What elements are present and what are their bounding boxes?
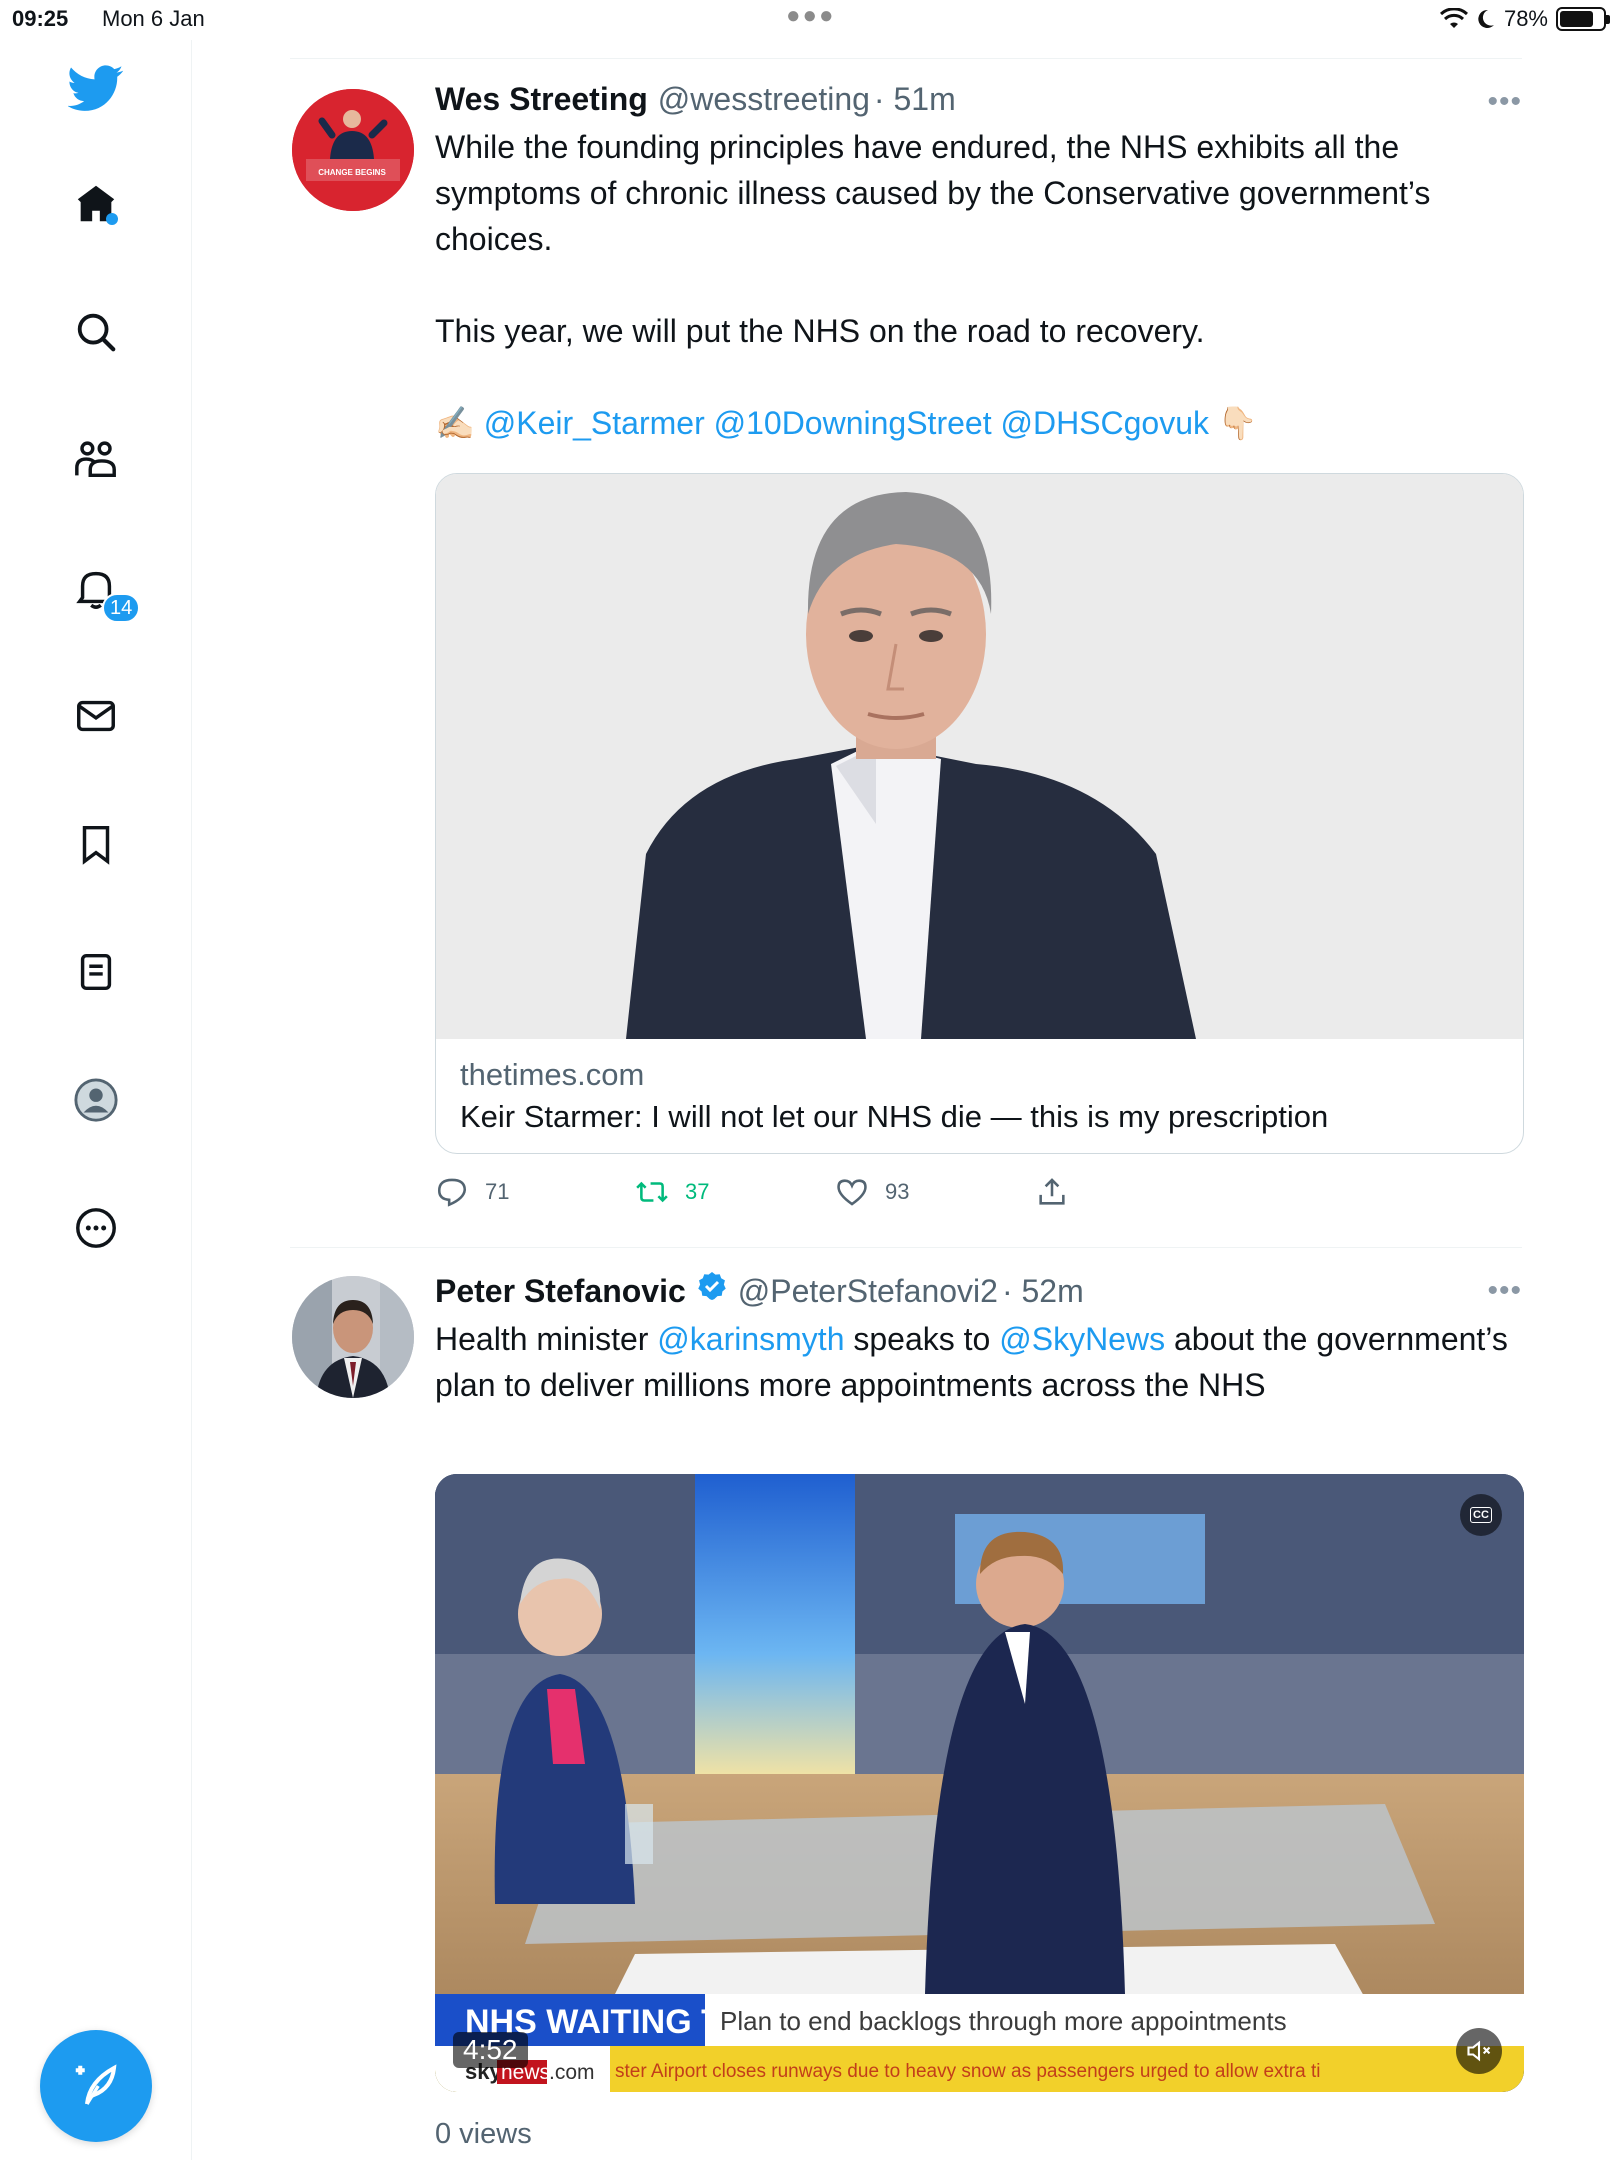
portrait-image-icon	[436, 474, 1523, 1039]
mention-link[interactable]: @Keir_Starmer	[484, 405, 705, 441]
reply-count: 71	[485, 1179, 510, 1204]
tweet-mentions-line: ✍🏻 @Keir_Starmer @10DowningStreet @DHSCg…	[435, 400, 1522, 446]
retweet-count: 37	[685, 1179, 710, 1204]
retweet-button[interactable]: 37	[635, 1175, 835, 1209]
battery-fill	[1560, 11, 1593, 27]
mention-link[interactable]: @SkyNews	[999, 1321, 1165, 1357]
avatar-caption: CHANGE BEGINS	[318, 168, 386, 177]
link-card-image	[436, 474, 1523, 1039]
like-count: 93	[885, 1179, 910, 1204]
mention-link[interactable]: @DHSCgovuk	[1000, 405, 1209, 441]
home-unread-dot	[106, 213, 118, 225]
link-card-title: Keir Starmer: I will not let our NHS die…	[460, 1099, 1329, 1134]
cc-icon: CC	[1470, 1507, 1492, 1523]
mute-button[interactable]	[1456, 2028, 1502, 2074]
battery-icon	[1556, 7, 1610, 31]
timeline: CHANGE BEGINS Wes Streeting @wesstreetin…	[290, 58, 1524, 2160]
tweet-text: Health minister @karinsmyth speaks to @S…	[435, 1316, 1522, 1408]
status-bar: 09:25 Mon 6 Jan ●●● 78%	[0, 0, 1620, 40]
video-player[interactable]: NHS WAITING TIMES Plan to end backlogs t…	[435, 1474, 1524, 2092]
home-icon[interactable]	[56, 164, 136, 244]
com-brand: .com	[549, 2061, 595, 2084]
search-icon[interactable]	[56, 292, 136, 372]
compose-tweet-button[interactable]	[40, 2030, 152, 2142]
share-button[interactable]	[1035, 1175, 1069, 1209]
avatar[interactable]: CHANGE BEGINS	[292, 89, 414, 211]
tweet-peter-stefanovic[interactable]: Peter Stefanovic @PeterStefanovi2 · 52m …	[290, 1248, 1524, 2160]
sidebar: 14	[0, 40, 192, 2160]
messages-icon[interactable]	[56, 676, 136, 756]
author-name[interactable]: Peter Stefanovic	[435, 1273, 686, 1310]
tweet-actions: 71 37 93	[435, 1175, 1069, 1209]
closed-captions-button[interactable]: CC	[1460, 1494, 1502, 1536]
mention-link[interactable]: @10DowningStreet	[714, 405, 992, 441]
status-time: 09:25	[12, 6, 69, 31]
view-count: 0 views	[435, 2118, 532, 2150]
video-duration: 4:52	[453, 2032, 528, 2068]
avatar-photo-icon: CHANGE BEGINS	[292, 89, 414, 211]
link-card-domain: thetimes.com	[460, 1057, 645, 1092]
verified-badge-icon	[698, 1272, 726, 1300]
notifications-badge: 14	[102, 593, 141, 623]
like-button[interactable]: 93	[835, 1175, 1035, 1209]
status-date: Mon 6 Jan	[102, 6, 205, 31]
bookmarks-icon[interactable]	[56, 804, 136, 884]
writing-hand-emoji: ✍🏻	[435, 405, 475, 441]
moon-icon	[1478, 9, 1494, 28]
wifi-icon	[1439, 8, 1468, 28]
video-frame-image: NHS WAITING TIMES Plan to end backlogs t…	[435, 1474, 1524, 2092]
battery-percent: 78%	[1503, 6, 1548, 31]
speaker-muted-icon	[1467, 2040, 1491, 2062]
profile-icon[interactable]	[56, 1060, 136, 1140]
link-card[interactable]: thetimes.com Keir Starmer: I will not le…	[435, 473, 1524, 1154]
share-icon	[1039, 1178, 1065, 1205]
tweet-text-segment: speaks to	[844, 1321, 1000, 1357]
more-icon[interactable]	[56, 1188, 136, 1268]
reply-button[interactable]: 71	[435, 1175, 635, 1209]
video-ticker: ster Airport closes runways due to heavy…	[615, 2061, 1320, 2082]
video-subhead: Plan to end backlogs through more appoin…	[720, 2006, 1287, 2036]
heart-icon	[837, 1179, 867, 1206]
reply-icon	[437, 1178, 467, 1207]
compose-feather-icon	[75, 2064, 117, 2105]
multitasking-dots-icon[interactable]: ●●●	[786, 2, 836, 30]
mention-link[interactable]: @karinsmyth	[657, 1321, 844, 1357]
author-handle[interactable]: @wesstreeting	[658, 81, 870, 118]
more-options-icon[interactable]: •••	[1487, 85, 1522, 119]
tweet-paragraph: While the founding principles have endur…	[435, 129, 1431, 257]
tweet-time[interactable]: · 51m	[874, 81, 956, 118]
author-handle[interactable]: @PeterStefanovi2	[738, 1273, 998, 1310]
tweet-time[interactable]: · 52m	[1002, 1273, 1084, 1310]
tweet-text: While the founding principles have endur…	[435, 124, 1522, 446]
avatar[interactable]	[292, 1276, 414, 1398]
tweet-text-segment: Health minister	[435, 1321, 658, 1357]
twitter-logo-icon[interactable]	[56, 48, 136, 128]
lists-icon[interactable]	[56, 932, 136, 1012]
author-name[interactable]: Wes Streeting	[435, 81, 648, 118]
retweet-icon	[636, 1181, 668, 1203]
avatar-photo-icon	[292, 1276, 414, 1398]
more-options-icon[interactable]: •••	[1487, 1274, 1522, 1308]
communities-icon[interactable]	[56, 420, 136, 500]
tweet-paragraph: This year, we will put the NHS on the ro…	[435, 313, 1205, 349]
pointing-down-emoji: 👇🏻	[1217, 405, 1258, 441]
tweet-wes-streeting[interactable]: CHANGE BEGINS Wes Streeting @wesstreetin…	[290, 59, 1524, 1247]
